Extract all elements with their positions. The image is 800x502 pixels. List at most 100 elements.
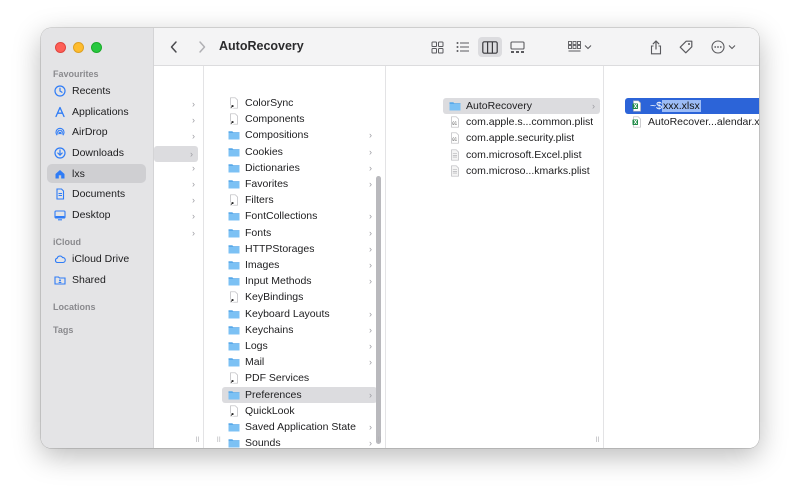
preferences-item[interactable]: com.microso...kmarks.plist <box>443 163 600 179</box>
folder-icon <box>228 243 240 255</box>
item-label: com.microsoft.Excel.plist <box>466 148 582 161</box>
item-label: Dictionaries <box>245 161 300 174</box>
chevron-right-icon: › <box>369 389 372 400</box>
list-view-button[interactable] <box>451 37 475 57</box>
sidebar-item-lxs[interactable]: lxs <box>47 164 146 183</box>
library-item[interactable]: FontCollections › <box>222 208 377 224</box>
item-label: Input Methods <box>245 275 312 288</box>
sidebar-item-desktop[interactable]: Desktop <box>47 205 146 224</box>
chevron-right-icon[interactable]: › <box>192 195 195 205</box>
sidebar-item-icloud-drive[interactable]: iCloud Drive <box>47 249 146 268</box>
library-item[interactable]: PDF Services <box>222 370 377 386</box>
chevron-right-icon: › <box>369 260 372 270</box>
sidebar-item-label: lxs <box>72 167 85 180</box>
columns-icon <box>482 40 498 54</box>
preferences-item[interactable]: 01 com.apple.security.plist <box>443 130 600 146</box>
alias-file-icon <box>228 194 240 206</box>
share-icon <box>650 39 662 54</box>
autorecovery-file[interactable]: X ~$xxx.xlsx <box>625 98 759 114</box>
chevron-right-icon: › <box>190 149 193 159</box>
sidebar-section-tags[interactable]: Tags <box>53 325 73 335</box>
icon-grid-icon <box>431 41 443 53</box>
close-button[interactable] <box>55 42 66 53</box>
share-button[interactable] <box>648 37 664 57</box>
downloads-icon <box>54 146 66 159</box>
chevron-right-icon[interactable]: › <box>192 179 195 189</box>
sidebar-item-recents[interactable]: Recents <box>47 81 146 100</box>
item-label: Preferences <box>245 388 302 401</box>
sidebar-item-documents[interactable]: Documents <box>47 184 146 203</box>
minimize-button[interactable] <box>73 42 84 53</box>
library-item[interactable]: Preferences › <box>222 386 377 403</box>
finder-window: Favourites Recents Applications AirDrop … <box>41 28 759 448</box>
column-resize-handle[interactable]: ll <box>378 437 382 444</box>
library-item[interactable]: Logs › <box>222 338 377 354</box>
alias-file-icon <box>228 291 240 303</box>
library-item[interactable]: Sounds › <box>222 435 377 448</box>
gallery-icon <box>509 40 525 53</box>
filename-selection: xxx.xlsx <box>661 100 701 112</box>
sidebar-item-airdrop[interactable]: AirDrop <box>47 122 146 141</box>
column-resize-handle[interactable]: ll <box>196 437 200 444</box>
column-resize-handle[interactable]: ll <box>596 437 600 444</box>
library-item[interactable]: Dictionaries › <box>222 160 377 176</box>
library-item[interactable]: HTTPStorages › <box>222 241 377 257</box>
library-item[interactable]: KeyBindings <box>222 289 377 305</box>
toolbar: AutoRecovery <box>154 28 759 66</box>
library-item[interactable]: Fonts › <box>222 225 377 241</box>
more-actions-button[interactable] <box>709 37 737 57</box>
icon-view-button[interactable] <box>425 37 449 57</box>
column-view-button[interactable] <box>478 37 502 57</box>
preferences-item[interactable]: AutoRecovery › <box>443 98 600 114</box>
item-label: HTTPStorages <box>245 242 315 255</box>
library-item[interactable]: Components <box>222 111 377 127</box>
library-item[interactable]: Mail › <box>222 354 377 370</box>
library-item[interactable]: Images › <box>222 257 377 273</box>
autorecovery-file[interactable]: X AutoRecover...alendar.xlsx <box>625 114 759 130</box>
vertical-scrollbar[interactable] <box>376 176 381 444</box>
library-item[interactable]: Keychains › <box>222 322 377 338</box>
library-item[interactable]: Cookies › <box>222 144 377 160</box>
library-item[interactable]: ColorSync <box>222 95 377 111</box>
chevron-right-icon[interactable]: › <box>192 131 195 141</box>
ellipsis-circle-icon <box>710 40 725 54</box>
chevron-right-icon[interactable]: › <box>192 211 195 221</box>
library-item[interactable]: QuickLook <box>222 403 377 419</box>
library-item[interactable]: Saved Application State › <box>222 419 377 435</box>
chevron-right-icon[interactable]: › <box>192 228 195 238</box>
column-resize-handle[interactable]: ll <box>217 437 221 444</box>
zoom-button[interactable] <box>91 42 102 53</box>
preferences-item[interactable]: 01 com.apple.s...common.plist <box>443 114 600 130</box>
rename-field[interactable]: ~$xxx.xlsx <box>648 100 703 112</box>
library-item[interactable]: Filters <box>222 192 377 208</box>
chevron-right-icon: › <box>369 422 372 432</box>
chevron-right-icon: › <box>592 101 595 111</box>
chevron-right-icon: › <box>369 130 372 141</box>
svg-text:01: 01 <box>452 121 457 126</box>
preferences-item[interactable]: com.microsoft.Excel.plist <box>443 147 600 163</box>
sidebar-item-label: Documents <box>72 187 126 200</box>
folder-icon <box>228 437 240 448</box>
sidebar-section-locations[interactable]: Locations <box>53 302 96 312</box>
library-item[interactable]: Keyboard Layouts › <box>222 306 377 322</box>
folder-icon <box>228 324 240 336</box>
item-label: Components <box>245 113 305 126</box>
group-by-button[interactable] <box>565 37 595 57</box>
chevron-right-icon[interactable]: › <box>192 163 195 173</box>
library-item[interactable]: Input Methods › <box>222 273 377 289</box>
chevron-right-icon[interactable]: › <box>192 99 195 109</box>
item-label: FontCollections <box>245 210 318 223</box>
forward-button[interactable] <box>194 37 210 57</box>
sidebar-item-applications[interactable]: Applications <box>47 102 146 121</box>
library-item[interactable]: Favorites › <box>222 176 377 192</box>
alias-file-icon <box>228 372 240 384</box>
library-item[interactable]: Compositions › <box>222 127 377 143</box>
back-button[interactable] <box>166 37 182 57</box>
chevron-right-icon <box>199 41 206 53</box>
sidebar-item-downloads[interactable]: Downloads <box>47 143 146 162</box>
chevron-right-icon[interactable]: › <box>192 115 195 125</box>
selected-row-library[interactable]: › <box>154 146 198 162</box>
gallery-view-button[interactable] <box>505 37 529 57</box>
tags-button[interactable] <box>677 37 695 57</box>
sidebar-item-shared[interactable]: Shared <box>47 270 146 289</box>
